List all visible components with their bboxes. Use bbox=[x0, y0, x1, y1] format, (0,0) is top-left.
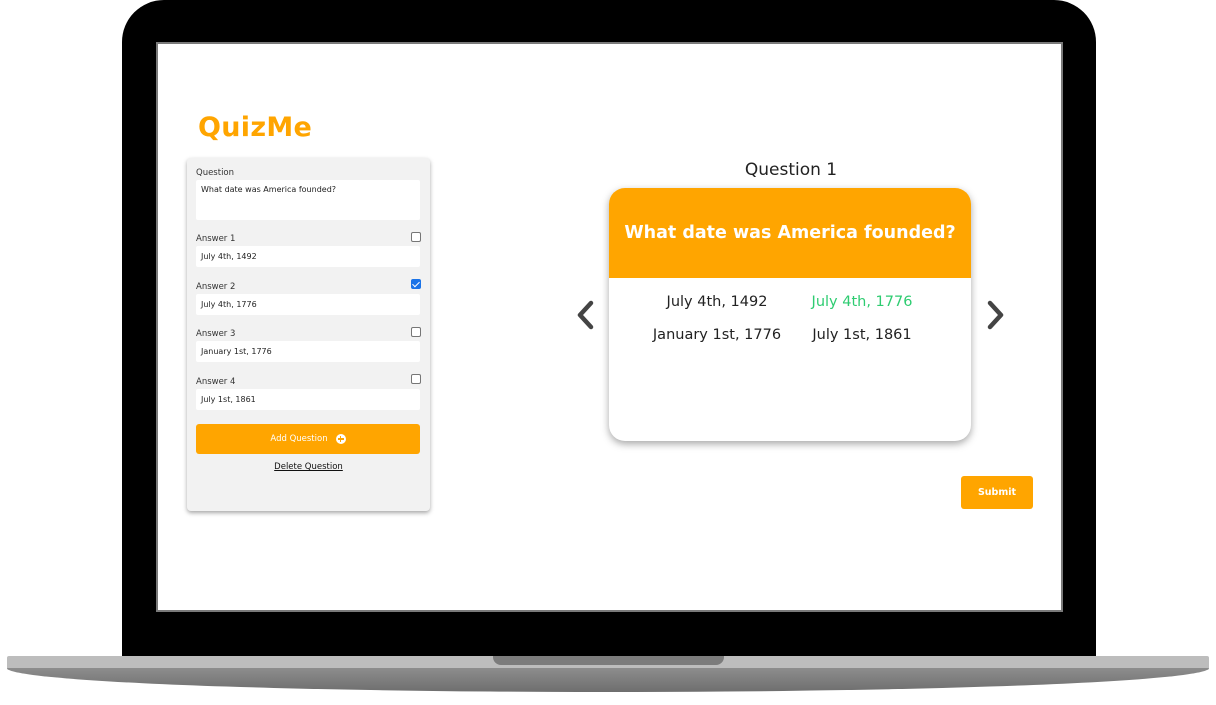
question-editor-panel: Question What date was America founded? … bbox=[187, 158, 430, 511]
answer-2-input[interactable]: July 4th, 1776 bbox=[196, 294, 420, 315]
laptop-base-shadow bbox=[7, 668, 1209, 692]
laptop-screen: QuizMe Question What date was America fo… bbox=[156, 42, 1063, 612]
answer-3-input[interactable]: January 1st, 1776 bbox=[196, 341, 420, 362]
answer-1-label: Answer 1 bbox=[196, 234, 236, 244]
chevron-right-icon[interactable] bbox=[984, 300, 1006, 330]
answer-option-2-correct[interactable]: July 4th, 1776 bbox=[787, 294, 937, 310]
answer-2-correct-checkbox[interactable] bbox=[411, 279, 421, 289]
answer-option-4[interactable]: July 1st, 1861 bbox=[787, 327, 937, 343]
question-textarea[interactable]: What date was America founded? bbox=[196, 180, 420, 220]
answer-option-1[interactable]: July 4th, 1492 bbox=[642, 294, 792, 310]
question-label: Question bbox=[196, 168, 235, 178]
card-header: What date was America founded? bbox=[609, 188, 971, 278]
answer-1-correct-checkbox[interactable] bbox=[411, 232, 421, 242]
answer-4-label: Answer 4 bbox=[196, 377, 236, 387]
chevron-left-icon[interactable] bbox=[575, 300, 597, 330]
card-question-text: What date was America founded? bbox=[624, 223, 956, 243]
answer-3-correct-checkbox[interactable] bbox=[411, 327, 421, 337]
answer-option-3[interactable]: January 1st, 1776 bbox=[642, 327, 792, 343]
answer-1-input[interactable]: July 4th, 1492 bbox=[196, 246, 420, 267]
answer-2-label: Answer 2 bbox=[196, 282, 236, 292]
answer-4-correct-checkbox[interactable] bbox=[411, 374, 421, 384]
laptop-notch bbox=[493, 656, 724, 665]
plus-circle-icon bbox=[335, 434, 346, 444]
answer-3-label: Answer 3 bbox=[196, 329, 236, 339]
add-question-label: Add Question bbox=[270, 434, 328, 444]
answer-4-input[interactable]: July 1st, 1861 bbox=[196, 389, 420, 410]
submit-button[interactable]: Submit bbox=[961, 476, 1033, 509]
question-preview-card: What date was America founded? July 4th,… bbox=[609, 188, 971, 441]
delete-question-link[interactable]: Delete Question bbox=[187, 462, 430, 472]
app-logo: QuizMe bbox=[198, 112, 313, 143]
add-question-button[interactable]: Add Question bbox=[196, 424, 420, 454]
question-number-heading: Question 1 bbox=[744, 160, 838, 180]
